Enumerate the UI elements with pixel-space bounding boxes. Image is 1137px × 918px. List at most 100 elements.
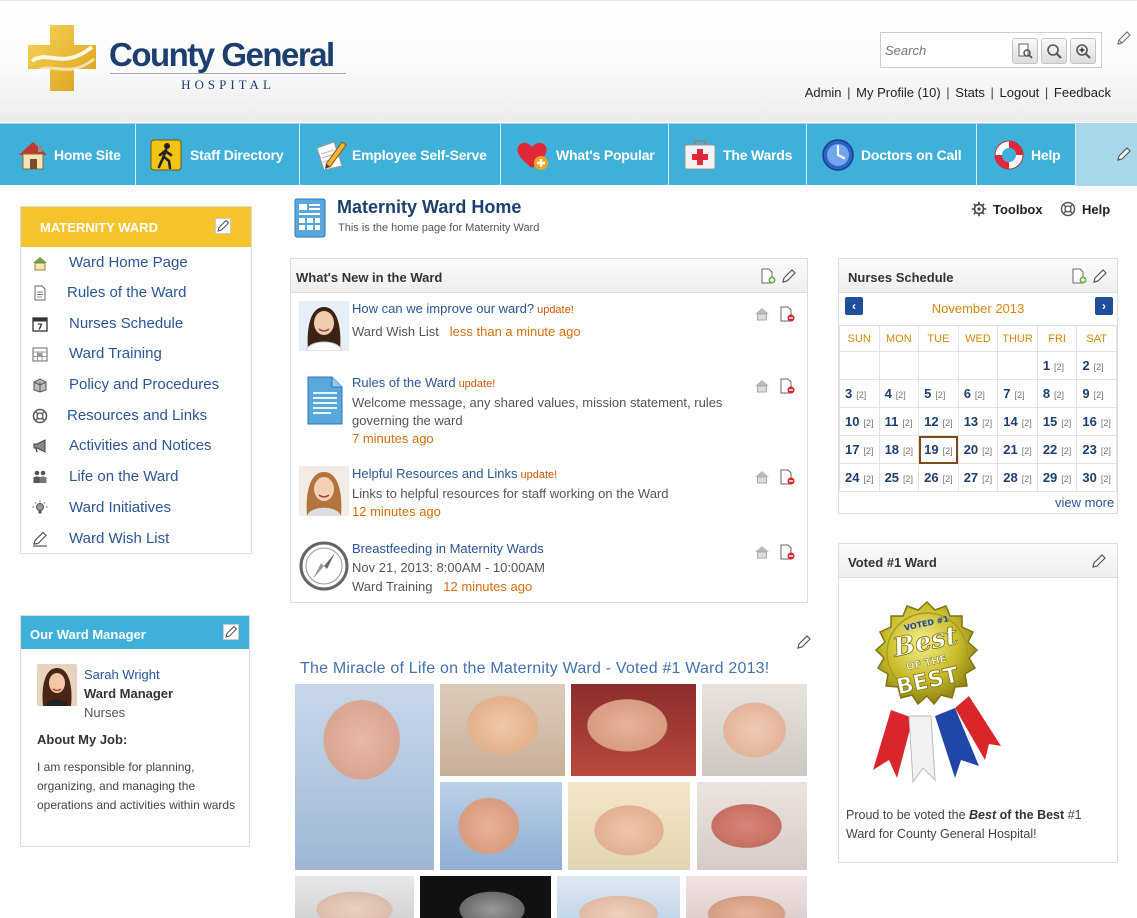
gallery-photo[interactable]	[568, 782, 690, 870]
manager-name-link[interactable]: Sarah Wright	[84, 667, 160, 682]
calendar-day-cell[interactable]: 7 [2]	[997, 379, 1038, 408]
edit-pencil-icon[interactable]	[223, 624, 239, 640]
zoom-search-button[interactable]	[1041, 38, 1067, 64]
home-icon[interactable]	[754, 544, 770, 560]
calendar-day-cell[interactable]: 3 [2]	[839, 379, 880, 408]
edit-pencil-icon[interactable]	[1091, 553, 1107, 569]
news-title-link[interactable]: Helpful Resources and Links update!	[352, 466, 557, 481]
sidebar-item-ward-training[interactable]: Ward Training	[21, 340, 251, 370]
nav-doctors-on-call[interactable]: Doctors on Call	[807, 124, 977, 186]
sidebar-item-policy-and-procedures[interactable]: Policy and Procedures	[21, 371, 251, 401]
search-input[interactable]	[885, 37, 1011, 63]
gallery-photo[interactable]	[440, 782, 562, 870]
sidebar-item-rules-of-the-ward[interactable]: Rules of the Ward	[21, 279, 251, 309]
news-title-link[interactable]: Breastfeeding in Maternity Wards	[352, 541, 544, 556]
toolbox-button[interactable]: Toolbox	[971, 201, 1043, 217]
add-item-icon[interactable]	[760, 268, 776, 284]
previous-month-button[interactable]: ‹	[845, 297, 863, 315]
calendar-day-cell[interactable]: 16 [2]	[1076, 407, 1117, 436]
calendar-day-cell[interactable]: 9 [2]	[1076, 379, 1117, 408]
edit-pencil-icon[interactable]	[796, 634, 812, 650]
calendar-day-cell[interactable]: 25 [2]	[878, 463, 920, 492]
calendar-day-cell[interactable]: 21 [2]	[997, 435, 1038, 464]
logout-link[interactable]: Logout	[1000, 85, 1040, 100]
edit-pencil-icon[interactable]	[1116, 30, 1132, 46]
sidebar-item-life-on-the-ward[interactable]: Life on the Ward	[21, 463, 251, 493]
calendar-day-cell[interactable]: 27 [2]	[957, 463, 999, 492]
site-header: County General HOSPITAL Admin | My Profi…	[0, 0, 1137, 122]
nav-the-wards[interactable]: The Wards	[669, 124, 807, 186]
calendar-day-cell[interactable]: 11 [2]	[878, 407, 920, 436]
sidebar-item-resources-and-links[interactable]: Resources and Links	[21, 402, 251, 432]
calendar-day-cell[interactable]: 1 [2]	[1036, 351, 1078, 380]
calendar-day-cell[interactable]: 19 [2]	[918, 435, 959, 464]
gallery-photo[interactable]	[440, 684, 565, 776]
calendar-day-cell[interactable]: 28 [2]	[997, 463, 1038, 492]
nav-home-site[interactable]: Home Site	[0, 124, 136, 186]
gallery-photo[interactable]	[702, 684, 807, 776]
sidebar-item-nurses-schedule[interactable]: 7 Nurses Schedule	[21, 310, 251, 340]
edit-pencil-icon[interactable]	[1092, 268, 1108, 284]
gallery-photo[interactable]	[295, 876, 414, 918]
gallery-photo[interactable]	[420, 876, 551, 918]
home-icon[interactable]	[754, 306, 770, 322]
sidebar-item-ward-initiatives[interactable]: Ward Initiatives	[21, 494, 251, 524]
sidebar-item-ward-home-page[interactable]: Ward Home Page	[21, 249, 251, 279]
next-month-button[interactable]: ›	[1095, 297, 1113, 315]
add-item-icon[interactable]	[1071, 268, 1087, 284]
calendar-day-cell[interactable]: 14 [2]	[997, 407, 1038, 436]
calendar-day-cell[interactable]: 15 [2]	[1036, 407, 1078, 436]
nav-whats-popular[interactable]: What's Popular	[501, 124, 669, 186]
advanced-search-button[interactable]	[1070, 38, 1096, 64]
remove-item-icon[interactable]	[779, 544, 795, 560]
calendar-day-cell[interactable]: 18 [2]	[878, 435, 920, 464]
best-of-the-best-award-icon[interactable]: VOTED #1 Best OF THE BEST	[851, 600, 1003, 790]
search-document-button[interactable]	[1012, 38, 1038, 64]
gallery-photo[interactable]	[686, 876, 807, 918]
calendar-day-cell[interactable]: 23 [2]	[1076, 435, 1117, 464]
nav-help[interactable]: Help	[977, 124, 1076, 186]
edit-pencil-icon[interactable]	[781, 268, 797, 284]
my-profile-link[interactable]: My Profile (10)	[856, 85, 941, 100]
calendar-day-cell[interactable]: 4 [2]	[878, 379, 920, 408]
calendar-day-cell[interactable]: 26 [2]	[918, 463, 959, 492]
news-title-link[interactable]: How can we improve our ward? update!	[352, 301, 574, 316]
calendar-day-cell[interactable]: 2 [2]	[1076, 351, 1117, 380]
feedback-link[interactable]: Feedback	[1054, 85, 1111, 100]
calendar-day-cell[interactable]: 13 [2]	[957, 407, 999, 436]
calendar-day-cell[interactable]: 8 [2]	[1036, 379, 1078, 408]
gallery-photo[interactable]	[697, 782, 807, 870]
nav-staff-directory[interactable]: Staff Directory	[136, 124, 300, 186]
edit-pencil-icon[interactable]	[1116, 146, 1132, 162]
calendar-day-cell[interactable]: 5 [2]	[918, 379, 959, 408]
home-icon[interactable]	[754, 378, 770, 394]
admin-link[interactable]: Admin	[805, 85, 842, 100]
home-icon[interactable]	[754, 469, 770, 485]
avatar[interactable]	[37, 664, 77, 706]
view-more-link[interactable]: view more	[1055, 495, 1114, 510]
edit-pencil-icon[interactable]	[215, 218, 231, 234]
news-title-link[interactable]: Rules of the Ward update!	[352, 375, 495, 390]
sidebar-item-activities-and-notices[interactable]: Activities and Notices	[21, 432, 251, 462]
calendar-day-cell[interactable]: 17 [2]	[839, 435, 880, 464]
calendar-day-cell[interactable]: 12 [2]	[918, 407, 959, 436]
remove-item-icon[interactable]	[779, 378, 795, 394]
calendar-day-cell[interactable]: 10 [2]	[839, 407, 880, 436]
calendar-day-cell[interactable]: 22 [2]	[1036, 435, 1078, 464]
brand-name[interactable]: County General	[109, 35, 335, 75]
sidebar-item-ward-wish-list[interactable]: Ward Wish List	[21, 525, 251, 555]
calendar-day-cell[interactable]: 20 [2]	[957, 435, 999, 464]
hospital-cross-logo-icon[interactable]	[28, 25, 96, 91]
nav-employee-self-serve[interactable]: Employee Self-Serve	[300, 124, 501, 186]
calendar-day-cell[interactable]: 24 [2]	[839, 463, 880, 492]
calendar-day-cell[interactable]: 30 [2]	[1076, 463, 1117, 492]
gallery-photo[interactable]	[571, 684, 696, 776]
remove-item-icon[interactable]	[779, 306, 795, 322]
calendar-day-cell[interactable]: 6 [2]	[957, 379, 999, 408]
stats-link[interactable]: Stats	[955, 85, 985, 100]
gallery-photo[interactable]	[295, 684, 434, 870]
remove-item-icon[interactable]	[779, 469, 795, 485]
help-button[interactable]: Help	[1060, 201, 1110, 217]
gallery-photo[interactable]	[557, 876, 680, 918]
calendar-day-cell[interactable]: 29 [2]	[1036, 463, 1078, 492]
